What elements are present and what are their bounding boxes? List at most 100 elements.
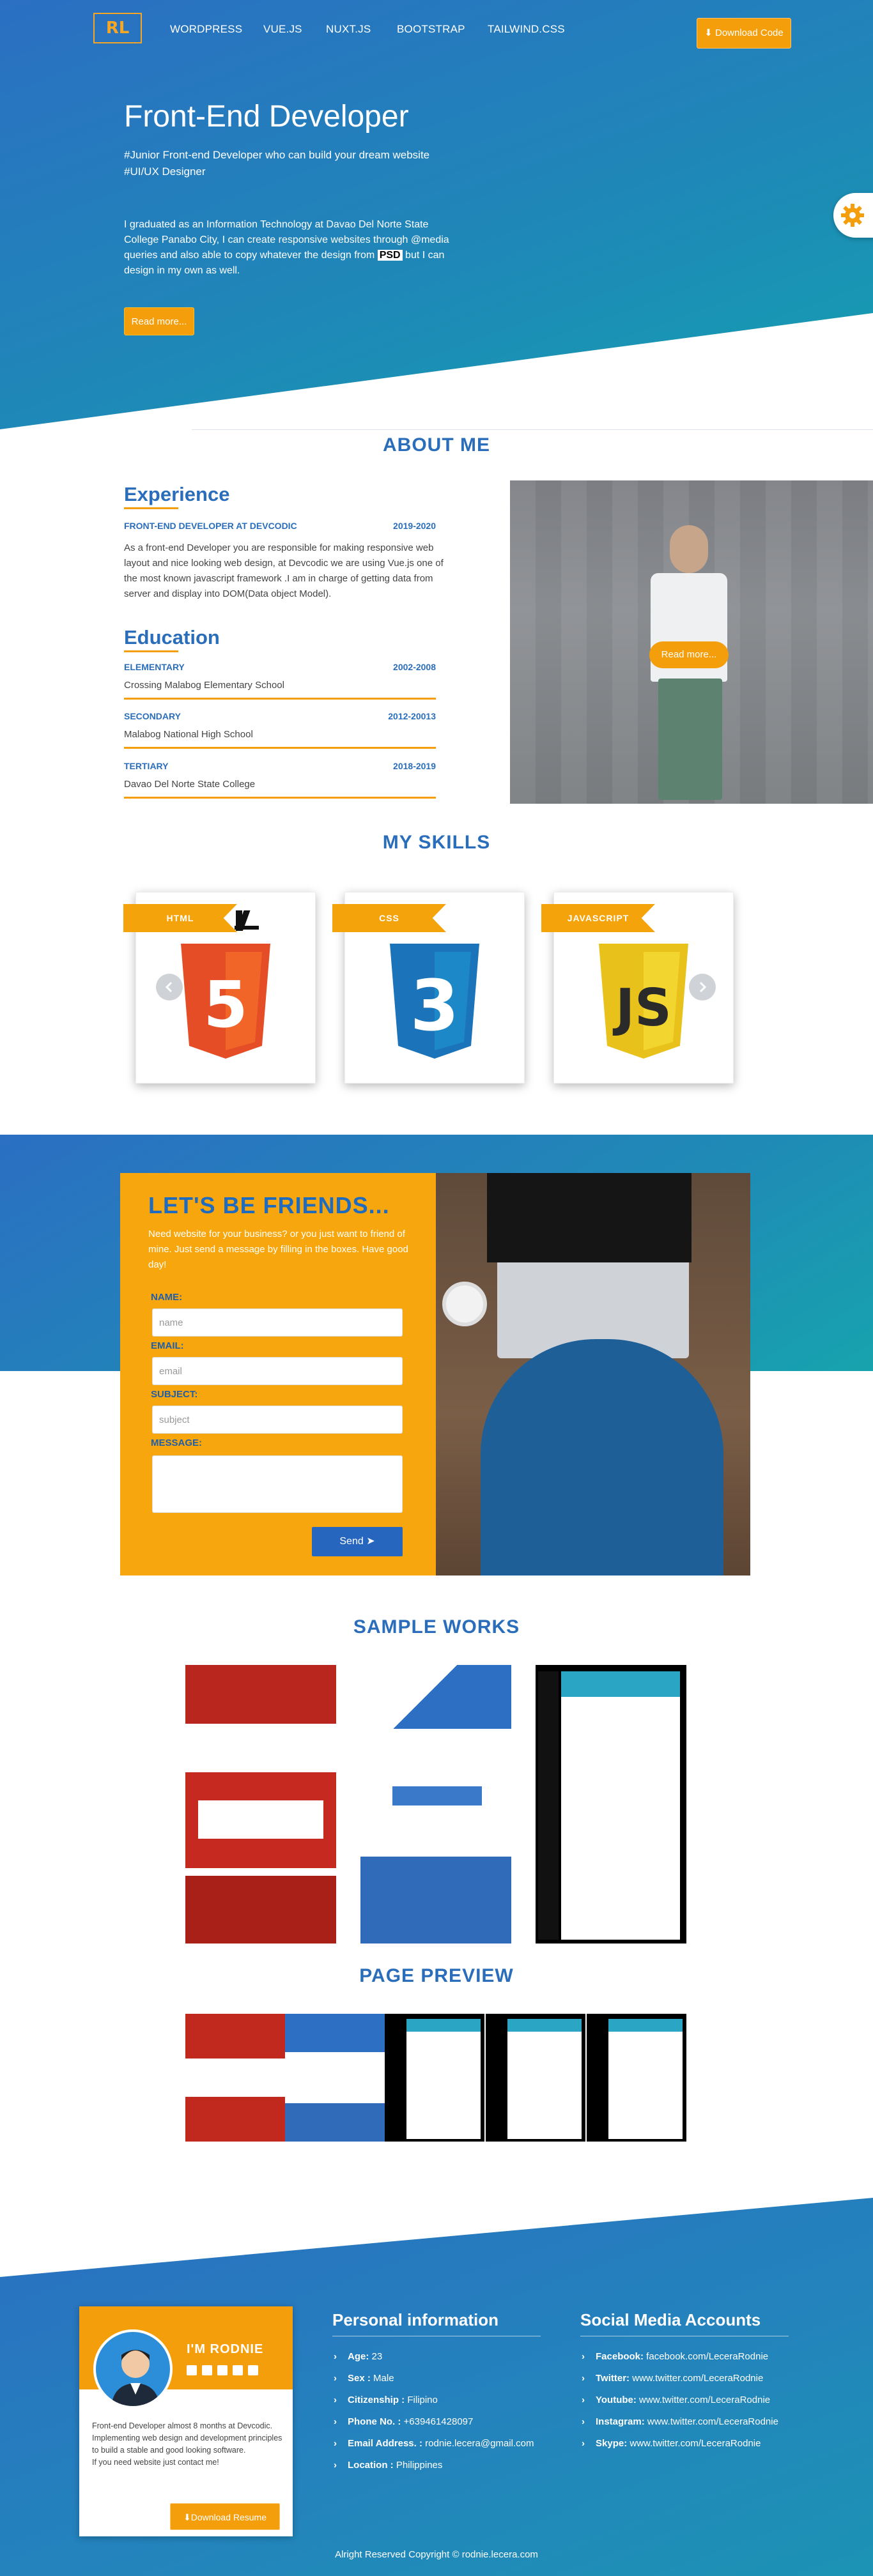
chevron-left-icon [165, 981, 173, 993]
skill-ribbon: CSS [332, 904, 446, 932]
work-thumbnail-1[interactable] [185, 1665, 336, 1943]
social-item[interactable]: › Facebook: facebook.com/LeceraRodnie [582, 2346, 778, 2368]
preview-thumbnail-2[interactable] [285, 2014, 385, 2142]
personal-info-item: › Email Address. : rodnie.lecera@gmail.co… [334, 2433, 534, 2455]
personal-info-value: Filipino [405, 2395, 438, 2405]
skype-icon[interactable] [248, 2365, 258, 2375]
section-divider [192, 429, 873, 430]
chevron-right-icon: › [334, 2460, 337, 2471]
name-label: NAME: [151, 1292, 183, 1303]
name-field[interactable]: name [152, 1308, 403, 1337]
chevron-right-icon: › [582, 2373, 585, 2384]
chevron-right-icon [699, 981, 707, 993]
person-arms [481, 1339, 723, 1575]
work-2-ribbon [392, 1786, 482, 1805]
coffee-cup [442, 1282, 487, 1326]
nav-link-wordpress[interactable]: WORDPRESS [170, 23, 242, 36]
message-field[interactable] [152, 1455, 403, 1513]
chevron-right-icon: › [582, 2395, 585, 2405]
skill-ribbon: JAVASCRIPT [541, 904, 655, 932]
work-1-cards [198, 1800, 323, 1839]
youtube-icon[interactable] [217, 2365, 228, 2375]
logo[interactable]: RL [93, 13, 142, 43]
preview-4-header [507, 2019, 582, 2032]
personal-info-item: › Citizenship : Filipino [334, 2389, 534, 2411]
paper-plane-icon: ➤ [366, 1536, 375, 1547]
preview-2-footer [285, 2103, 385, 2142]
email-field[interactable]: email [152, 1357, 403, 1385]
work-1-banner [185, 1665, 336, 1724]
personal-info-item: › Phone No. : +639461428097 [334, 2411, 534, 2433]
preview-thumbnail-3[interactable] [385, 2014, 484, 2142]
preview-3-page [406, 2019, 481, 2139]
twitter-icon[interactable] [202, 2365, 212, 2375]
social-item[interactable]: › Youtube: www.twitter.com/LeceraRodnie [582, 2389, 778, 2411]
personal-info-item: › Sex : Male [334, 2368, 534, 2389]
job-title: FRONT-END DEVELOPER AT DEVCODIC [124, 521, 297, 531]
copyright: Alright Reserved Copyright © rodnie.lece… [335, 2549, 538, 2560]
preview-thumbnail-5[interactable] [587, 2014, 686, 2142]
personal-info-value: +639461428097 [401, 2416, 474, 2427]
nav-link-tailwindcss[interactable]: TAILWIND.CSS [488, 23, 565, 36]
preview-thumbnail-1[interactable] [185, 2014, 285, 2142]
subject-field[interactable]: subject [152, 1406, 403, 1434]
send-button[interactable]: Send ➤ [312, 1527, 403, 1556]
profile-card: I'M RODNIE Front-end Developer almost 8 … [79, 2306, 293, 2536]
settings-toggle[interactable] [833, 193, 873, 238]
social-item[interactable]: › Skype: www.twitter.com/LeceraRodnie [582, 2433, 778, 2455]
work-1-footer [185, 1876, 336, 1943]
preview-4-page [507, 2019, 582, 2139]
education-school: Crossing Malabog Elementary School [124, 680, 284, 691]
education-item: SECONDARY 2012-20013 Malabog National Hi… [124, 711, 436, 756]
photo-person-legs [658, 678, 722, 800]
page: RL WORDPRESS VUE.JS NUXT.JS BOOTSTRAP TA… [0, 0, 873, 2576]
gear-icon [841, 204, 864, 227]
instagram-icon[interactable] [233, 2365, 243, 2375]
user-avatar-icon [111, 2350, 160, 2406]
skills-next-button[interactable] [689, 974, 716, 1000]
nav-link-vuejs[interactable]: VUE.JS [263, 23, 302, 36]
contact-form: LET'S BE FRIENDS... Need website for you… [120, 1173, 436, 1575]
preview-thumbnail-4[interactable] [486, 2014, 585, 2142]
social-label: Youtube: [596, 2395, 637, 2405]
skills-title: MY SKILLS [382, 832, 491, 853]
photo-read-more-button[interactable]: Read more... [649, 641, 729, 668]
work-3-sidebar [538, 1671, 559, 1940]
nav-link-bootstrap[interactable]: BOOTSTRAP [397, 23, 465, 36]
facebook-icon[interactable] [187, 2365, 197, 2375]
work-2-hero [360, 1665, 511, 1729]
chevron-right-icon: › [582, 2438, 585, 2449]
nav-link-nuxtjs[interactable]: NUXT.JS [326, 23, 371, 36]
profile-desc-contact: If you need website just contact me! [92, 2458, 219, 2467]
js-icon: JS [599, 944, 688, 1059]
profile-name: I'M RODNIE [187, 2342, 264, 2356]
education-level: SECONDARY [124, 711, 181, 721]
education-item: TERTIARY 2018-2019 Davao Del Norte State… [124, 761, 436, 806]
hero-read-more-button[interactable]: Read more... [124, 307, 194, 335]
skill-card-css[interactable]: CSS 3 [332, 892, 525, 1084]
work-thumbnail-2[interactable] [360, 1665, 511, 1943]
education-bar [124, 747, 436, 749]
about-title: ABOUT ME [383, 434, 490, 456]
avatar [93, 2329, 173, 2409]
work-thumbnail-3[interactable] [536, 1665, 686, 1943]
social-item[interactable]: › Instagram: www.twitter.com/LeceraRodnie [582, 2411, 778, 2433]
social-item[interactable]: › Twitter: www.twitter.com/LeceraRodnie [582, 2368, 778, 2389]
preview-title: PAGE PREVIEW [359, 1965, 514, 1986]
social-label: Facebook: [596, 2351, 644, 2362]
photo-person-head [670, 525, 708, 573]
education-years: 2002-2008 [393, 662, 436, 672]
work-2-footer [360, 1857, 511, 1943]
download-code-button[interactable]: ⬇ Download Code [697, 18, 791, 49]
download-icon: ⬇ [183, 2512, 191, 2522]
send-label: Send [339, 1536, 364, 1547]
top-nav: RL WORDPRESS VUE.JS NUXT.JS BOOTSTRAP TA… [0, 12, 873, 50]
skills-prev-button[interactable] [156, 974, 183, 1000]
education-level: TERTIARY [124, 761, 169, 771]
css3-icon: 3 [390, 944, 479, 1059]
message-label: MESSAGE: [151, 1438, 203, 1448]
work-1-band [185, 1724, 336, 1767]
education-item: ELEMENTARY 2002-2008 Crossing Malabog El… [124, 662, 436, 707]
download-resume-button[interactable]: ⬇Download Resume [170, 2503, 280, 2530]
work-3-header [561, 1671, 680, 1697]
